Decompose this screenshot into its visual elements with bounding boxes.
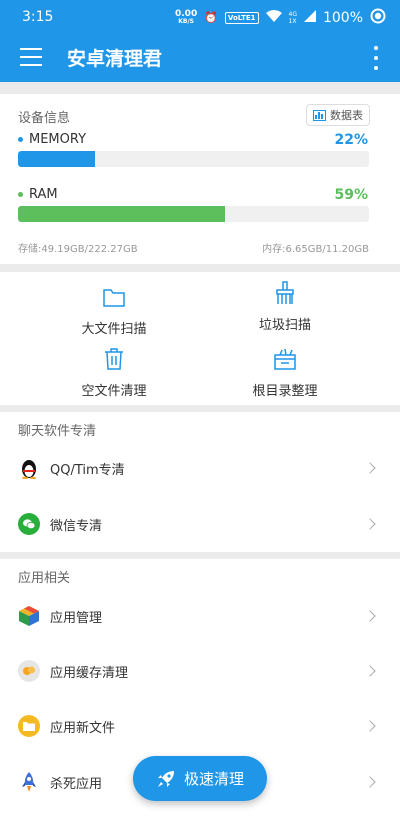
- chevron-right-icon: [364, 610, 376, 622]
- chevron-right-icon: [364, 720, 376, 732]
- wechat-icon: [18, 513, 40, 535]
- ram-dot: [18, 192, 23, 197]
- memory-dot: [18, 137, 23, 142]
- memory-percent: 22%: [334, 132, 368, 148]
- more-options-icon[interactable]: [372, 46, 380, 70]
- trash-icon: [105, 348, 123, 370]
- chevron-right-icon: [364, 776, 376, 788]
- storage-usage: 存储:49.19GB/222.27GB: [18, 244, 138, 255]
- ram-progress-fill: [18, 206, 226, 222]
- chat-clean-section: 聊天软件专清 QQ/Tim专清 微信专清: [0, 412, 400, 552]
- list-item-app-new-files[interactable]: 应用新文件: [0, 698, 400, 754]
- device-info-card: 设备信息 数据表 MEMORY 22% RAM 59% 存储:49.19GB/2…: [0, 94, 400, 264]
- box-icon: [274, 348, 296, 370]
- status-time: 3:15: [22, 9, 54, 25]
- hamburger-menu-icon[interactable]: [20, 48, 42, 68]
- battery-percent: 100%: [322, 9, 363, 26]
- list-item-qq-tim[interactable]: QQ/Tim专清: [0, 440, 400, 496]
- root-dir-tidy-button[interactable]: 根目录整理: [210, 346, 360, 399]
- signal-icon: [303, 10, 316, 25]
- memory-usage: 内存:6.65GB/11.20GB: [262, 244, 369, 255]
- data-table-label: 数据表: [330, 109, 363, 122]
- alarm-icon: ⏰: [204, 11, 218, 24]
- memory-progress-fill: [18, 151, 96, 167]
- folder-icon: [103, 289, 125, 307]
- battery-icon: [370, 8, 386, 27]
- quick-clean-label: 极速清理: [183, 770, 244, 788]
- data-table-button[interactable]: 数据表: [306, 104, 370, 126]
- new-file-icon: [18, 715, 40, 737]
- junk-scan-button[interactable]: 垃圾扫描: [210, 280, 360, 333]
- big-file-scan-button[interactable]: 大文件扫描: [39, 284, 189, 337]
- empty-file-clean-button[interactable]: 空文件清理: [39, 346, 189, 399]
- cube-icon: [18, 605, 40, 627]
- memory-label: MEMORY: [18, 132, 86, 147]
- ram-progress-track: [18, 206, 369, 222]
- ram-label: RAM: [18, 187, 58, 202]
- chevron-right-icon: [364, 665, 376, 677]
- chat-section-title: 聊天软件专清: [18, 424, 97, 439]
- wifi-icon: [265, 10, 282, 25]
- chevron-right-icon: [364, 518, 376, 530]
- apps-section-title: 应用相关: [18, 571, 71, 586]
- qq-penguin-icon: [18, 457, 40, 479]
- list-item-app-manage[interactable]: 应用管理: [0, 588, 400, 644]
- status-bar: 3:15 0.00 KB/S ⏰ VoLTE1 4G 1X 100%: [0, 0, 400, 34]
- rocket-icon: [18, 771, 40, 793]
- broom-icon: [276, 281, 294, 304]
- list-item-wechat[interactable]: 微信专清: [0, 496, 400, 552]
- app-title: 安卓清理君: [67, 48, 163, 70]
- volte-badge: VoLTE1: [224, 11, 259, 24]
- ram-percent: 59%: [334, 187, 368, 203]
- cache-icon: [18, 660, 40, 682]
- app-bar: 安卓清理君: [0, 34, 400, 82]
- device-info-label: 设备信息: [18, 111, 71, 126]
- quick-clean-button[interactable]: 极速清理: [133, 756, 267, 801]
- network-type: 4G 1X: [288, 10, 297, 25]
- list-item-app-cache-clean[interactable]: 应用缓存清理: [0, 643, 400, 699]
- network-speed: 0.00 KB/S: [175, 8, 198, 25]
- bar-chart-icon: [313, 109, 326, 121]
- memory-progress-track: [18, 151, 369, 167]
- tools-card: 大文件扫描 垃圾扫描 空文件清理 根目录整理: [0, 272, 400, 405]
- rocket-icon: [157, 770, 174, 787]
- chevron-right-icon: [364, 462, 376, 474]
